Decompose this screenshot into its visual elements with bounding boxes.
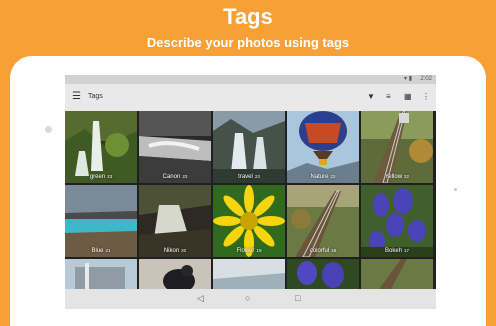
tag-count: 19 [256, 248, 262, 253]
tag-label: green 23 [89, 174, 113, 180]
tag-tile[interactable] [361, 259, 433, 289]
app-bar: ☰ Tags ▼ ≡ ▦ ⋮ [65, 84, 436, 111]
tag-tile[interactable]: Canon 23 [139, 111, 211, 183]
back-button[interactable]: ◁ [197, 293, 204, 304]
tag-count: 23 [182, 174, 188, 179]
tag-tile[interactable] [287, 259, 359, 289]
tag-label: Bokeh 17 [384, 248, 410, 254]
tag-label: Yellow 22 [384, 174, 410, 180]
tag-label: Nature 22 [310, 174, 336, 180]
tag-count: 21 [105, 248, 111, 253]
status-icons: ▾ ▮ [404, 76, 412, 82]
tile-image [361, 259, 433, 289]
sensor-dot [454, 188, 457, 191]
tile-image [213, 259, 285, 289]
filter-icon[interactable]: ▼ [367, 91, 375, 103]
tag-tile[interactable]: green 23 [65, 111, 137, 183]
tag-grid: green 23 Canon 23 travel 23 Nature 22 Ye… [65, 111, 436, 309]
tag-label: Flower 19 [236, 248, 262, 254]
tag-count: 20 [181, 248, 187, 253]
sort-icon[interactable]: ≡ [386, 91, 391, 103]
tag-count: 23 [107, 174, 113, 179]
grid-view-icon[interactable]: ▦ [404, 91, 412, 103]
app-screen: ▾ ▮ 2:02 ☰ Tags ▼ ≡ ▦ ⋮ green 23 Canon 2… [65, 75, 436, 309]
home-button[interactable]: ○ [245, 293, 250, 304]
menu-icon[interactable]: ☰ [72, 92, 81, 102]
tile-image [65, 259, 137, 289]
promo-title: Tags [223, 4, 273, 29]
tag-tile[interactable]: Yellow 22 [361, 111, 433, 183]
tag-tile[interactable]: Nature 22 [287, 111, 359, 183]
tag-tile[interactable]: Bokeh 17 [361, 185, 433, 257]
recents-button[interactable]: □ [295, 293, 300, 304]
tag-count: 17 [404, 248, 410, 253]
tile-image [287, 259, 359, 289]
tag-tile[interactable]: Nikon 20 [139, 185, 211, 257]
status-time: 2:02 [420, 76, 432, 82]
tag-label: colorful 18 [309, 248, 337, 254]
more-options-icon[interactable]: ⋮ [422, 91, 430, 103]
tag-label: Canon 23 [162, 174, 188, 180]
page-title: Tags [88, 93, 103, 100]
tag-label: Blue 21 [91, 248, 111, 254]
tag-tile[interactable]: Flower 19 [213, 185, 285, 257]
nav-bar: ◁ ○ □ [65, 289, 436, 309]
tag-count: 23 [254, 174, 260, 179]
tag-tile[interactable] [213, 259, 285, 289]
tag-tile[interactable]: Blue 21 [65, 185, 137, 257]
tag-label: travel 23 [238, 174, 260, 180]
tag-tile[interactable]: colorful 18 [287, 185, 359, 257]
tag-count: 22 [330, 174, 336, 179]
tag-label: Nikon 20 [163, 248, 187, 254]
tag-tile[interactable] [65, 259, 137, 289]
tag-tile[interactable] [139, 259, 211, 289]
camera-dot [45, 126, 52, 133]
promo-subtitle: Describe your photos using tags [146, 35, 350, 50]
status-bar: ▾ ▮ 2:02 [65, 75, 436, 84]
tile-image [139, 259, 211, 289]
tag-count: 18 [331, 248, 337, 253]
tag-tile[interactable]: travel 23 [213, 111, 285, 183]
tag-count: 22 [404, 174, 410, 179]
